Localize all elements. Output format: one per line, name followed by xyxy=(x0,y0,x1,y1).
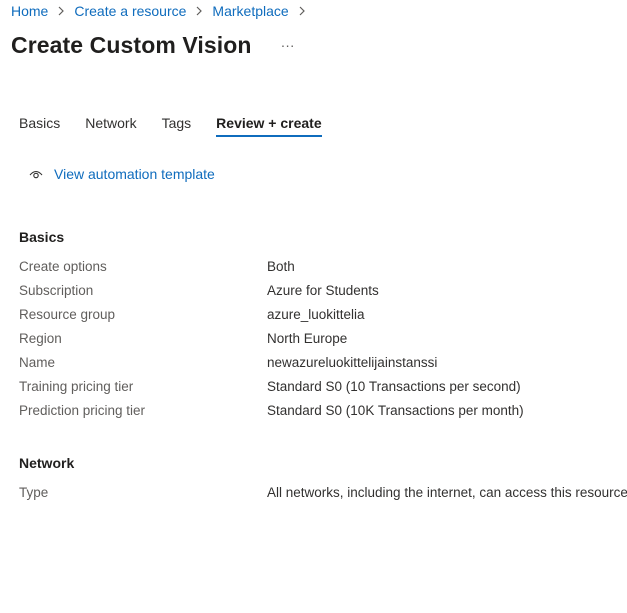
chevron-right-icon xyxy=(192,4,206,18)
page-title: Create Custom Vision xyxy=(11,31,252,58)
wizard-tabs: Basics Network Tags Review + create xyxy=(19,115,347,141)
summary-label: Type xyxy=(19,485,49,500)
breadcrumb: Home Create a resource Marketplace xyxy=(11,2,315,20)
breadcrumb-marketplace[interactable]: Marketplace xyxy=(212,3,288,19)
summary-value: All networks, including the internet, ca… xyxy=(267,485,627,500)
tab-network[interactable]: Network xyxy=(85,115,136,137)
summary-row: Training pricing tier Standard S0 (10 Tr… xyxy=(19,379,619,397)
summary-value: azure_luokittelia xyxy=(267,307,365,322)
tab-tags[interactable]: Tags xyxy=(162,115,192,137)
summary-value: Both xyxy=(267,259,295,274)
summary-row: Name newazureluokittelijainstanssi xyxy=(19,355,619,373)
summary-row: Type All networks, including the interne… xyxy=(19,485,627,503)
page-header: Create Custom Vision ··· xyxy=(11,30,300,60)
chevron-right-icon xyxy=(54,4,68,18)
summary-value: Azure for Students xyxy=(267,283,379,298)
summary-value: Standard S0 (10K Transactions per month) xyxy=(267,403,524,418)
summary-row: Create options Both xyxy=(19,259,619,277)
view-automation-template-label: View automation template xyxy=(54,166,215,182)
summary-row: Resource group azure_luokittelia xyxy=(19,307,619,325)
summary-label: Subscription xyxy=(19,283,94,298)
breadcrumb-home[interactable]: Home xyxy=(11,3,48,19)
summary-label: Create options xyxy=(19,259,107,274)
breadcrumb-create-a-resource[interactable]: Create a resource xyxy=(74,3,186,19)
summary-row: Prediction pricing tier Standard S0 (10K… xyxy=(19,403,619,421)
tab-basics[interactable]: Basics xyxy=(19,115,60,137)
summary-row: Subscription Azure for Students xyxy=(19,283,619,301)
summary-label: Training pricing tier xyxy=(19,379,134,394)
chevron-right-icon xyxy=(295,4,309,18)
summary-value: newazureluokittelijainstanssi xyxy=(267,355,438,370)
eye-icon xyxy=(29,167,43,181)
summary-row: Region North Europe xyxy=(19,331,619,349)
summary-value: Standard S0 (10 Transactions per second) xyxy=(267,379,521,394)
summary-label: Name xyxy=(19,355,56,370)
summary-label: Prediction pricing tier xyxy=(19,403,146,418)
section-title-network: Network xyxy=(19,455,75,471)
summary-value: North Europe xyxy=(267,331,348,346)
section-title-basics: Basics xyxy=(19,229,65,245)
create-custom-vision-page: Home Create a resource Marketplace Creat… xyxy=(0,0,627,613)
summary-label: Resource group xyxy=(19,307,116,322)
tab-review-create[interactable]: Review + create xyxy=(216,115,323,137)
summary-label: Region xyxy=(19,331,62,346)
view-automation-template-link[interactable]: View automation template xyxy=(29,165,215,183)
more-options-button[interactable]: ··· xyxy=(276,33,300,57)
